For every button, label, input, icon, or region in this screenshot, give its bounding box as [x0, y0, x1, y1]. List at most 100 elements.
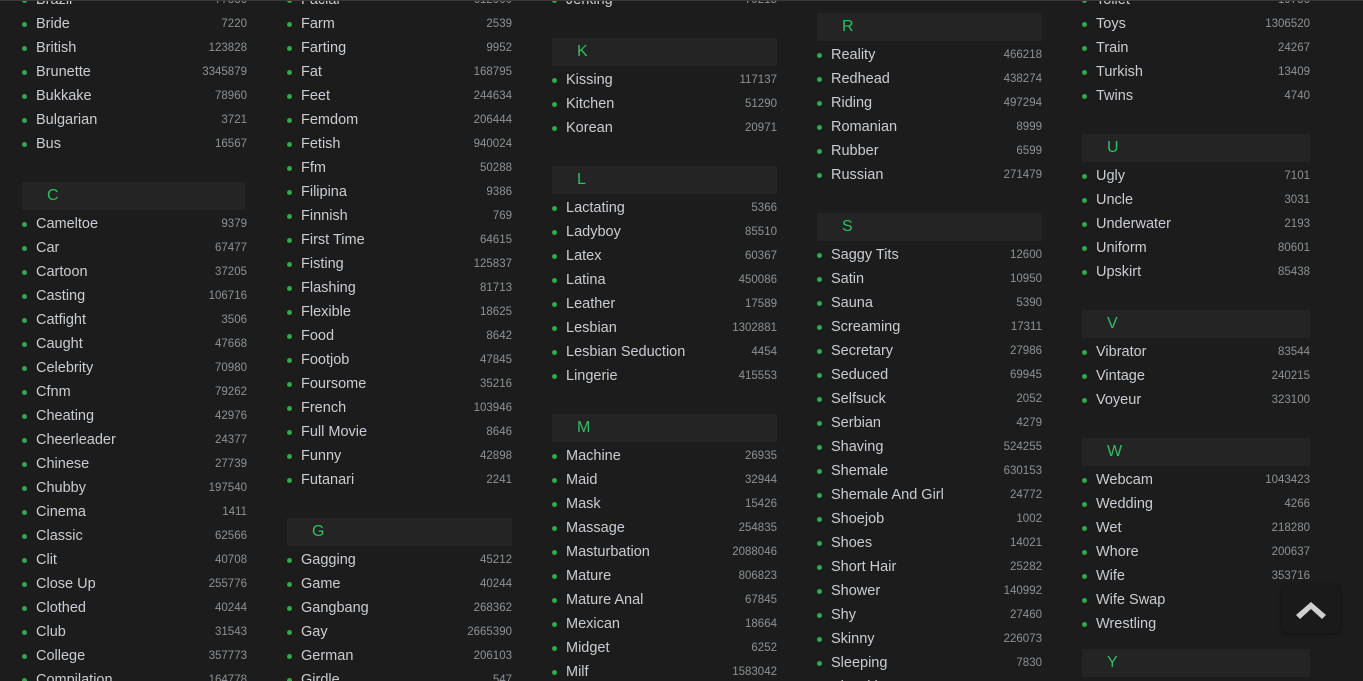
category-label[interactable]: Upskirt [1096, 260, 1270, 284]
category-row[interactable]: Filipina 9386 [265, 180, 530, 204]
category-row[interactable]: Serbian 4279 [795, 411, 1060, 435]
category-label[interactable]: Lingerie [566, 364, 731, 388]
category-row[interactable]: Wet 218280 [1060, 516, 1328, 540]
category-row[interactable]: Bukkake 78960 [0, 84, 265, 108]
category-row[interactable]: Brunette 3345879 [0, 60, 265, 84]
category-row[interactable]: Girdle 547 [265, 668, 530, 681]
category-label[interactable]: Bus [36, 132, 207, 156]
category-row[interactable]: Ugly 7101 [1060, 164, 1328, 188]
category-row[interactable]: French 103946 [265, 396, 530, 420]
category-label[interactable]: Car [36, 236, 207, 260]
category-label[interactable]: Wet [1096, 516, 1264, 540]
category-row[interactable]: Romanian 8999 [795, 115, 1060, 139]
category-row[interactable]: Voyeur 323100 [1060, 388, 1328, 412]
category-label[interactable]: Uniform [1096, 236, 1270, 260]
category-label[interactable]: Underwater [1096, 212, 1276, 236]
scroll-to-top-button[interactable] [1282, 585, 1340, 633]
category-row[interactable]: Redhead 438274 [795, 67, 1060, 91]
category-row[interactable]: Whore 200637 [1060, 540, 1328, 564]
category-row[interactable]: Vintage 240215 [1060, 364, 1328, 388]
category-row[interactable]: Rubber 6599 [795, 139, 1060, 163]
category-row[interactable]: Satin 10950 [795, 267, 1060, 291]
category-label[interactable]: Selfsuck [831, 387, 1008, 411]
category-row[interactable]: Latex 60367 [530, 244, 795, 268]
category-row[interactable]: Toilet 19756 [1060, 0, 1328, 12]
category-row[interactable]: Underwater 2193 [1060, 212, 1328, 236]
category-label[interactable]: Foursome [301, 372, 472, 396]
category-label[interactable]: Shaving [831, 435, 996, 459]
category-row[interactable]: Casting 106716 [0, 284, 265, 308]
category-row[interactable]: Sleeping 7830 [795, 651, 1060, 675]
category-label[interactable]: Redhead [831, 67, 996, 91]
category-row[interactable]: Train 24267 [1060, 36, 1328, 60]
category-label[interactable]: Webcam [1096, 468, 1257, 492]
category-label[interactable]: Close Up [36, 572, 201, 596]
category-row[interactable]: Skinny 226073 [795, 627, 1060, 651]
category-label[interactable]: Romanian [831, 115, 1008, 139]
category-label[interactable]: Mature Anal [566, 588, 737, 612]
category-label[interactable]: Midget [566, 636, 743, 660]
category-row[interactable]: German 206103 [265, 644, 530, 668]
category-label[interactable]: Compilation [36, 668, 201, 681]
category-row[interactable]: Korean 20971 [530, 116, 795, 140]
category-label[interactable]: Mask [566, 492, 737, 516]
category-label[interactable]: Screaming [831, 315, 1003, 339]
category-label[interactable]: Wrestling [1096, 612, 1277, 636]
category-label[interactable]: Futanari [301, 468, 478, 492]
category-row[interactable]: Selfsuck 2052 [795, 387, 1060, 411]
category-row[interactable]: Futanari 2241 [265, 468, 530, 492]
category-label[interactable]: Brunette [36, 60, 194, 84]
category-row[interactable]: Gangbang 268362 [265, 596, 530, 620]
category-row[interactable]: Uniform 80601 [1060, 236, 1328, 260]
category-label[interactable]: Fat [301, 60, 466, 84]
category-label[interactable]: Maid [566, 468, 737, 492]
category-row[interactable]: Cinema 1411 [0, 500, 265, 524]
category-row[interactable]: Uncle 3031 [1060, 188, 1328, 212]
category-label[interactable]: Shemale And Girl [831, 483, 1002, 507]
category-row[interactable]: Clothed 40244 [0, 596, 265, 620]
category-row[interactable]: British 123828 [0, 36, 265, 60]
category-row[interactable]: Reality 466218 [795, 43, 1060, 67]
category-label[interactable]: Slovakian [831, 675, 1015, 681]
category-label[interactable]: Twins [1096, 84, 1276, 108]
category-label[interactable]: Saggy Tits [831, 243, 1002, 267]
category-label[interactable]: Turkish [1096, 60, 1270, 84]
category-label[interactable]: Funny [301, 444, 472, 468]
category-label[interactable]: Caught [36, 332, 207, 356]
category-row[interactable]: Vibrator 83544 [1060, 340, 1328, 364]
category-label[interactable]: Clothed [36, 596, 207, 620]
category-label[interactable]: Filipina [301, 180, 478, 204]
category-row[interactable]: Upskirt 85438 [1060, 260, 1328, 284]
category-label[interactable]: First Time [301, 228, 472, 252]
category-label[interactable]: Wife Swap [1096, 588, 1276, 612]
category-label[interactable]: Farm [301, 12, 478, 36]
category-label[interactable]: Kitchen [566, 92, 737, 116]
category-row[interactable]: Chubby 197540 [0, 476, 265, 500]
category-row[interactable]: Lactating 5366 [530, 196, 795, 220]
category-label[interactable]: Leather [566, 292, 737, 316]
category-row[interactable]: Brazil 77336 [0, 0, 265, 12]
category-row[interactable]: Turkish 13409 [1060, 60, 1328, 84]
category-label[interactable]: Clit [36, 548, 207, 572]
category-row[interactable]: Leather 17589 [530, 292, 795, 316]
category-label[interactable]: Kissing [566, 68, 731, 92]
category-label[interactable]: Shemale [831, 459, 996, 483]
category-row[interactable]: First Time 64615 [265, 228, 530, 252]
category-label[interactable]: Gay [301, 620, 459, 644]
category-row[interactable]: Footjob 47845 [265, 348, 530, 372]
category-label[interactable]: Latex [566, 244, 737, 268]
category-row[interactable]: Bulgarian 3721 [0, 108, 265, 132]
category-label[interactable]: Flexible [301, 300, 472, 324]
category-row[interactable]: Kissing 117137 [530, 68, 795, 92]
category-row[interactable]: Shemale 630153 [795, 459, 1060, 483]
category-row[interactable]: Wedding 4266 [1060, 492, 1328, 516]
category-label[interactable]: Food [301, 324, 478, 348]
category-row[interactable]: Caught 47668 [0, 332, 265, 356]
category-row[interactable]: Fisting 125837 [265, 252, 530, 276]
category-row[interactable]: Seduced 69945 [795, 363, 1060, 387]
category-row[interactable]: Clit 40708 [0, 548, 265, 572]
category-row[interactable]: Cartoon 37205 [0, 260, 265, 284]
category-row[interactable]: Celebrity 70980 [0, 356, 265, 380]
category-row[interactable]: Riding 497294 [795, 91, 1060, 115]
category-label[interactable]: Shower [831, 579, 996, 603]
